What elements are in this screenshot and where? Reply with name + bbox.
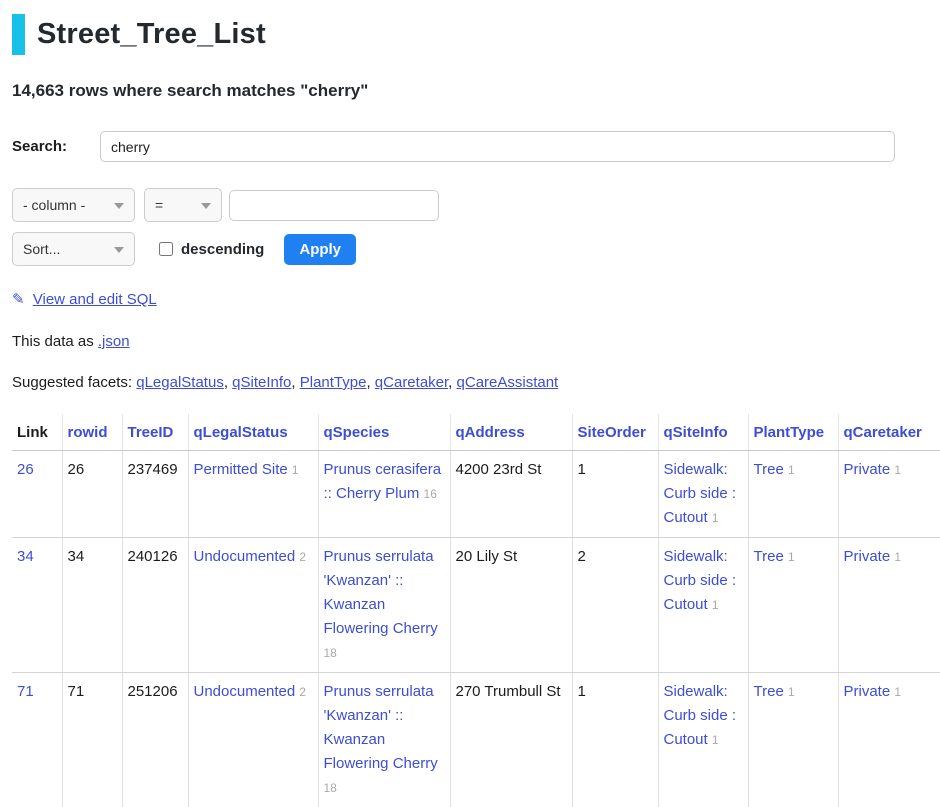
- table-row: 34 34 240126 Undocumented 2 Prunus serru…: [12, 538, 940, 673]
- filter-form: - column - =: [12, 188, 928, 222]
- facet-count: 2: [299, 550, 306, 564]
- pencil-icon: ✎: [12, 291, 25, 308]
- species-link[interactable]: Prunus serrulata 'Kwanzan' :: Kwanzan Fl…: [324, 548, 438, 637]
- facet-count: 1: [894, 685, 901, 699]
- facet-link-qlegalstatus[interactable]: qLegalStatus: [136, 374, 224, 391]
- operator-select[interactable]: =: [144, 188, 222, 222]
- data-export-line: This data as .json: [12, 333, 928, 350]
- column-header-planttype[interactable]: PlantType: [754, 424, 825, 441]
- sort-form: Sort... descending Apply: [12, 232, 928, 266]
- siteorder-cell: 1: [572, 451, 658, 538]
- legal-status-link[interactable]: Permitted Site: [194, 461, 288, 478]
- rowid-cell: 26: [62, 451, 122, 538]
- column-select-value: - column -: [23, 197, 85, 213]
- caretaker-link[interactable]: Private: [844, 461, 891, 478]
- siteinfo-link[interactable]: Sidewalk: Curb side : Cutout: [664, 548, 737, 613]
- caretaker-link[interactable]: Private: [844, 683, 891, 700]
- facet-count: 2: [299, 685, 306, 699]
- results-table: Link rowid TreeID qLegalStatus qSpecies …: [12, 414, 940, 807]
- facet-count: 1: [788, 463, 795, 477]
- search-input[interactable]: [100, 131, 895, 162]
- column-header-qlegalstatus[interactable]: qLegalStatus: [194, 424, 288, 441]
- facet-link-planttype[interactable]: PlantType: [300, 374, 367, 391]
- column-header-qspecies[interactable]: qSpecies: [324, 424, 390, 441]
- facet-count: 1: [788, 550, 795, 564]
- operator-select-value: =: [155, 197, 163, 213]
- sql-link-line: ✎ View and edit SQL: [12, 290, 928, 308]
- planttype-link[interactable]: Tree: [754, 683, 784, 700]
- search-form: Search:: [12, 131, 928, 162]
- column-select[interactable]: - column -: [12, 188, 135, 222]
- address-cell: 4200 23rd St: [450, 451, 572, 538]
- facet-count: 1: [788, 685, 795, 699]
- treeid-cell: 251206: [122, 673, 188, 807]
- facets-prefix: Suggested facets:: [12, 374, 136, 391]
- descending-label: descending: [181, 241, 264, 258]
- rowid-cell: 71: [62, 673, 122, 807]
- planttype-link[interactable]: Tree: [754, 461, 784, 478]
- column-header-link: Link: [12, 414, 62, 451]
- descending-checkbox[interactable]: [159, 242, 173, 256]
- row-link[interactable]: 26: [17, 461, 34, 478]
- page-header: Street_Tree_List: [12, 14, 928, 55]
- apply-button[interactable]: Apply: [284, 234, 356, 265]
- siteorder-cell: 1: [572, 673, 658, 807]
- facet-count: 1: [712, 598, 719, 612]
- facet-count: 1: [894, 463, 901, 477]
- column-header-qcaretaker[interactable]: qCaretaker: [844, 424, 922, 441]
- view-edit-sql-link[interactable]: View and edit SQL: [33, 291, 157, 308]
- facet-count: 18: [324, 781, 337, 795]
- column-header-rowid[interactable]: rowid: [68, 424, 108, 441]
- legal-status-link[interactable]: Undocumented: [194, 683, 296, 700]
- siteinfo-link[interactable]: Sidewalk: Curb side : Cutout: [664, 461, 737, 526]
- table-header-row: Link rowid TreeID qLegalStatus qSpecies …: [12, 414, 940, 451]
- address-cell: 270 Trumbull St: [450, 673, 572, 807]
- siteinfo-link[interactable]: Sidewalk: Curb side : Cutout: [664, 683, 737, 748]
- sort-select[interactable]: Sort...: [12, 232, 135, 266]
- table-row: 26 26 237469 Permitted Site 1 Prunus cer…: [12, 451, 940, 538]
- facet-link-qcaretaker[interactable]: qCaretaker: [375, 374, 448, 391]
- chevron-down-icon: [114, 203, 124, 209]
- facet-count: 1: [292, 463, 299, 477]
- table-row: 71 71 251206 Undocumented 2 Prunus serru…: [12, 673, 940, 807]
- column-header-treeid[interactable]: TreeID: [128, 424, 174, 441]
- address-cell: 20 Lily St: [450, 538, 572, 673]
- facet-count: 1: [894, 550, 901, 564]
- rowid-cell: 34: [62, 538, 122, 673]
- sort-select-value: Sort...: [23, 241, 60, 257]
- facet-link-qcareassistant[interactable]: qCareAssistant: [457, 374, 559, 391]
- search-label: Search:: [12, 138, 100, 155]
- row-link[interactable]: 34: [17, 548, 34, 565]
- column-header-qaddress[interactable]: qAddress: [456, 424, 525, 441]
- page-title: Street_Tree_List: [37, 14, 266, 55]
- treeid-cell: 237469: [122, 451, 188, 538]
- data-as-prefix: This data as: [12, 333, 98, 350]
- json-link[interactable]: .json: [98, 333, 130, 350]
- row-count-summary: 14,663 rows where search matches "cherry…: [12, 81, 928, 101]
- species-link[interactable]: Prunus serrulata 'Kwanzan' :: Kwanzan Fl…: [324, 683, 438, 772]
- chevron-down-icon: [114, 247, 124, 253]
- facet-count: 1: [712, 733, 719, 747]
- row-link[interactable]: 71: [17, 683, 34, 700]
- column-header-siteorder[interactable]: SiteOrder: [578, 424, 646, 441]
- caretaker-link[interactable]: Private: [844, 548, 891, 565]
- facet-count: 1: [712, 511, 719, 525]
- column-header-qsiteinfo[interactable]: qSiteInfo: [664, 424, 728, 441]
- filter-value-input[interactable]: [229, 190, 439, 221]
- chevron-down-icon: [201, 203, 211, 209]
- siteorder-cell: 2: [572, 538, 658, 673]
- planttype-link[interactable]: Tree: [754, 548, 784, 565]
- facet-count: 18: [324, 646, 337, 660]
- facet-link-qsiteinfo[interactable]: qSiteInfo: [232, 374, 291, 391]
- treeid-cell: 240126: [122, 538, 188, 673]
- legal-status-link[interactable]: Undocumented: [194, 548, 296, 565]
- suggested-facets-line: Suggested facets: qLegalStatus qSiteInfo P…: [12, 374, 928, 391]
- facet-count: 16: [424, 487, 437, 501]
- title-accent-bar: [12, 14, 25, 55]
